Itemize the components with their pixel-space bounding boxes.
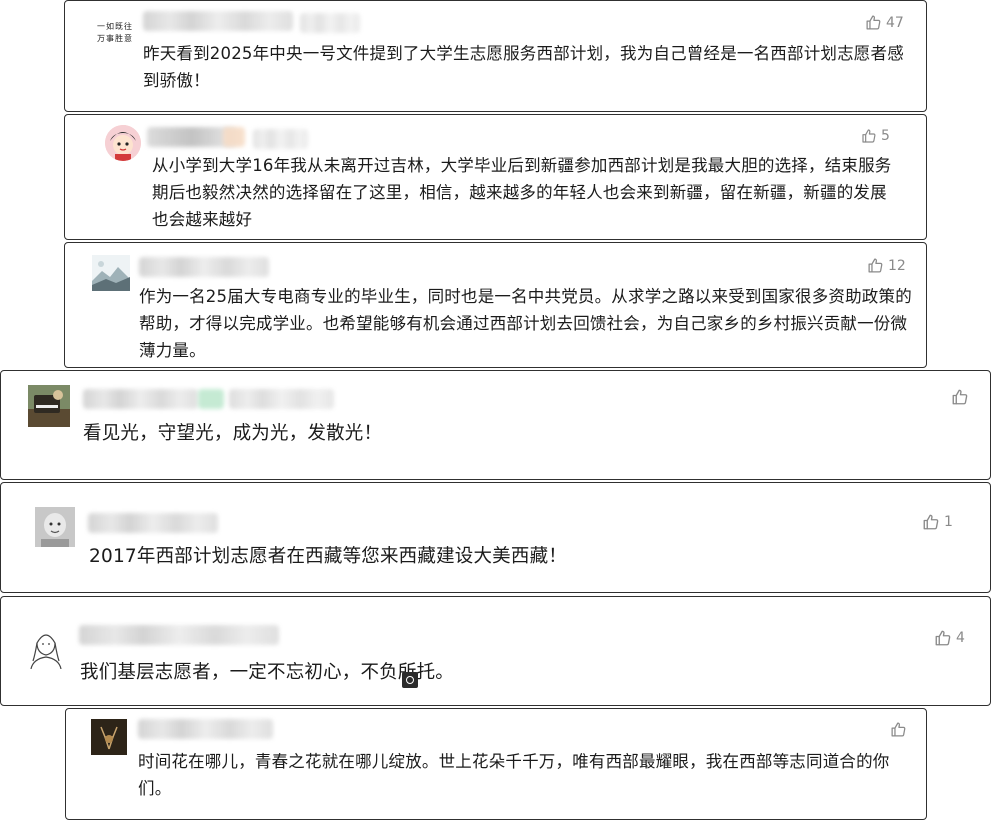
like-count: 47: [886, 14, 904, 31]
calligraphy-avatar-icon[interactable]: 一如既往 万事胜意: [95, 19, 139, 49]
deer-photo-avatar-icon[interactable]: [91, 719, 127, 755]
thumbs-up-icon: [935, 630, 951, 646]
like-button[interactable]: 5: [861, 128, 890, 144]
comment-card: 4 我们基层志愿者，一定不忘初心，不负所托。: [0, 596, 991, 706]
like-count: 4: [956, 630, 965, 646]
like-button[interactable]: 12: [867, 257, 906, 274]
thumbs-up-icon: [862, 129, 876, 143]
comment-text: 2017年西部计划志愿者在西藏等您来西藏建设大美西藏！: [89, 546, 567, 567]
thumbs-up-icon: [866, 15, 881, 30]
username-blurred: [229, 389, 334, 409]
record-icon[interactable]: [402, 672, 418, 688]
like-count: 1: [944, 514, 953, 530]
comment-text: 看见光，守望光，成为光，发散光！: [83, 423, 383, 444]
thumbs-up-icon: [952, 389, 968, 405]
comment-text: 从小学到大学16年我从未离开过吉林，大学毕业后到新疆参加西部计划是我最大胆的选择…: [152, 156, 892, 229]
like-button[interactable]: [951, 388, 973, 406]
username-blurred[interactable]: [139, 257, 269, 277]
like-button[interactable]: [890, 721, 911, 738]
username-blurred: [223, 127, 245, 147]
username-blurred[interactable]: [79, 625, 279, 645]
comment-text: 时间花在哪儿，青春之花就在哪儿绽放。世上花朵千千万，唯有西部最耀眼，我在西部等志…: [138, 752, 890, 798]
like-count: 5: [881, 128, 890, 144]
comment-card: 一如既往 万事胜意 47 昨天看到2025年中央一号文件提到了大学生志愿服务西部…: [64, 0, 927, 112]
comment-card: 时间花在哪儿，青春之花就在哪儿绽放。世上花朵千千万，唯有西部最耀眼，我在西部等志…: [65, 708, 927, 820]
like-button[interactable]: 4: [934, 629, 965, 647]
sketch-portrait-avatar-icon[interactable]: [27, 625, 65, 669]
thumbs-up-icon: [868, 258, 883, 273]
comment-text: 我们基层志愿者，一定不忘初心，不负所托。: [80, 662, 455, 683]
comment-card: 5 从小学到大学16年我从未离开过吉林，大学毕业后到新疆参加西部计划是我最大胆的…: [64, 114, 927, 240]
comment-card: 看见光，守望光，成为光，发散光！: [0, 370, 991, 480]
username-blurred[interactable]: [143, 11, 293, 31]
comment-text: 昨天看到2025年中央一号文件提到了大学生志愿服务西部计划，我为自己曾经是一名西…: [143, 44, 904, 90]
piano-photo-avatar-icon[interactable]: [28, 385, 70, 427]
comment-card: 1 2017年西部计划志愿者在西藏等您来西藏建设大美西藏！: [0, 482, 991, 593]
username-blurred[interactable]: [88, 513, 218, 533]
comment-card: 12 作为一名25届大专电商专业的毕业生，同时也是一名中共党员。从求学之路以来受…: [64, 242, 927, 368]
username-blurred: [253, 129, 308, 149]
like-count: 12: [888, 257, 906, 274]
thumbs-up-icon: [891, 722, 906, 737]
comment-text: 作为一名25届大专电商专业的毕业生，同时也是一名中共党员。从求学之路以来受到国家…: [139, 287, 912, 360]
like-button[interactable]: 47: [865, 14, 904, 31]
username-blurred[interactable]: [83, 389, 198, 409]
username-blurred[interactable]: [138, 719, 273, 739]
username-blurred: [300, 13, 360, 33]
like-button[interactable]: 1: [922, 513, 953, 531]
username-blurred: [198, 389, 224, 409]
landscape-avatar-icon[interactable]: [92, 255, 130, 291]
baby-photo-avatar-icon[interactable]: [35, 507, 75, 547]
thumbs-up-icon: [923, 514, 939, 530]
cartoon-girl-avatar-icon[interactable]: [105, 125, 141, 161]
